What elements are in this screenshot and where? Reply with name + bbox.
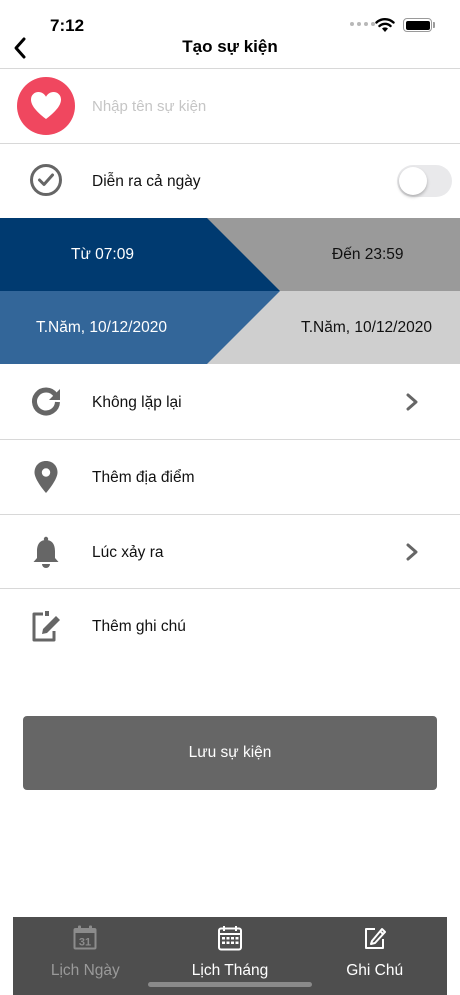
all-day-row: Diễn ra cả ngày (0, 144, 460, 217)
note-edit-icon (28, 608, 64, 644)
location-label: Thêm địa điểm (92, 469, 195, 486)
from-date[interactable]: T.Năm, 10/12/2020 (36, 319, 167, 337)
to-date[interactable]: T.Năm, 10/12/2020 (301, 319, 432, 337)
note-row[interactable]: Thêm ghi chú (0, 589, 460, 663)
reminder-label: Lúc xảy ra (92, 544, 164, 561)
all-day-toggle[interactable] (397, 165, 452, 197)
clock-check-icon (28, 162, 64, 198)
reminder-row[interactable]: Lúc xảy ra (0, 515, 460, 589)
save-event-button[interactable]: Lưu sự kiện (23, 716, 437, 790)
to-time[interactable]: Đến 23:59 (332, 246, 404, 264)
location-row[interactable]: Thêm địa điểm (0, 440, 460, 514)
from-time[interactable]: Từ 07:09 (71, 246, 134, 264)
chevron-right-icon (406, 393, 418, 411)
event-name-input[interactable] (92, 91, 432, 121)
calendar-day-icon: 31 (73, 925, 97, 950)
repeat-icon (28, 384, 64, 420)
home-indicator (148, 982, 312, 987)
note-label: Thêm ghi chú (92, 618, 186, 635)
tab-label: Ghi Chú (346, 962, 404, 979)
toggle-knob (399, 167, 427, 195)
chevron-right-icon (406, 543, 418, 561)
edit-note-icon (364, 928, 386, 949)
tab-label: Lịch Tháng (191, 962, 269, 979)
calendar-day-number: 31 (79, 937, 91, 949)
date-range-background (0, 218, 460, 364)
heart-icon (31, 92, 61, 119)
nav-bar: Tạo sự kiện (0, 28, 460, 68)
repeat-row[interactable]: Không lặp lại (0, 365, 460, 439)
tab-notes[interactable]: Ghi Chú (302, 917, 447, 995)
tab-label: Lịch Ngày (50, 962, 120, 979)
calendar-month-icon (218, 926, 242, 951)
map-pin-icon (28, 459, 64, 495)
repeat-label: Không lặp lại (92, 394, 182, 411)
event-name-row (0, 69, 460, 143)
tab-day-calendar[interactable]: 31 Lịch Ngày (13, 917, 158, 995)
signal-icon (350, 22, 375, 26)
date-range: Từ 07:09 Đến 23:59 T.Năm, 10/12/2020 T.N… (0, 218, 460, 364)
event-category-button[interactable] (17, 77, 75, 135)
bell-icon (28, 534, 64, 570)
page-title: Tạo sự kiện (182, 37, 278, 56)
all-day-label: Diễn ra cả ngày (92, 173, 201, 190)
